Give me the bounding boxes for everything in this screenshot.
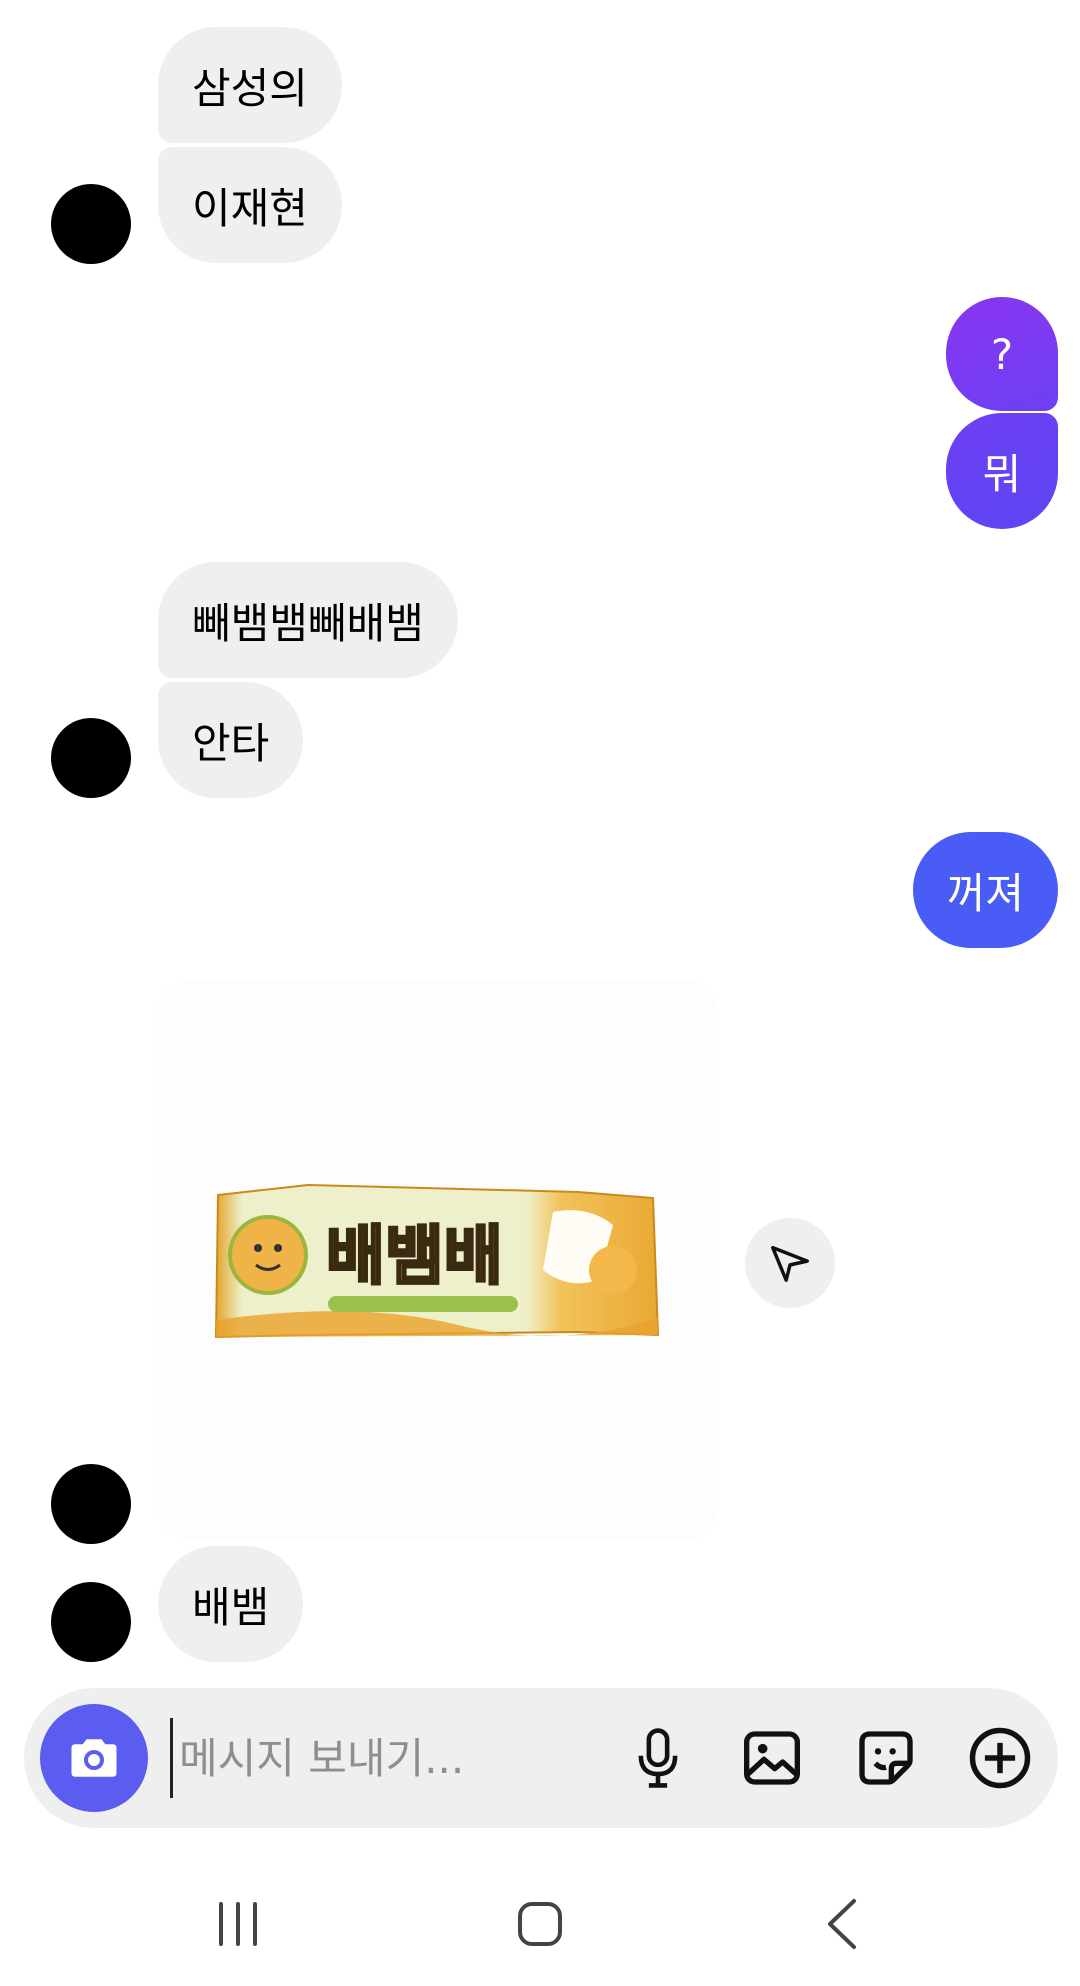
recent-apps-icon (219, 1902, 257, 1946)
message-text: 빼뱀뱀빼배뱀 (192, 598, 424, 648)
message-text: 이재현 (192, 183, 308, 233)
recent-apps-button[interactable] (193, 1884, 283, 1964)
message-text: 삼성의 (192, 63, 308, 113)
send-icon (771, 1245, 809, 1282)
home-button[interactable] (495, 1884, 585, 1964)
more-button[interactable] (958, 1716, 1042, 1800)
message-bubble-incoming[interactable]: 빼뱀뱀빼배뱀 (158, 562, 458, 678)
message-bubble-incoming[interactable]: 배뱀 (158, 1546, 304, 1662)
message-text: 배뱀 (192, 1582, 270, 1632)
share-button[interactable] (745, 1218, 835, 1308)
message-text: ? (990, 329, 1014, 379)
microphone-icon (638, 1728, 678, 1788)
camera-icon (71, 1739, 117, 1777)
back-icon (828, 1899, 856, 1949)
avatar[interactable] (51, 718, 131, 798)
microphone-button[interactable] (616, 1716, 700, 1800)
message-bubble-outgoing[interactable]: ? (946, 297, 1058, 411)
gallery-button[interactable] (730, 1716, 814, 1800)
camera-button[interactable] (40, 1704, 148, 1812)
system-navigation-bar (0, 1862, 1080, 1986)
plus-icon (969, 1727, 1031, 1789)
avatar[interactable] (51, 184, 131, 264)
message-bubble-outgoing[interactable]: 꺼져 (912, 832, 1058, 948)
ice-cream-wrapper-image: 배뱀배 (214, 1183, 660, 1339)
chat-screen: 삼성의 이재현 ? 뭐 빼뱀뱀빼배뱀 안타 꺼져 배뱀배 배뱀 메시지 보내기.… (0, 0, 1080, 1986)
home-icon (518, 1902, 562, 1946)
avatar[interactable] (51, 1464, 131, 1544)
avatar[interactable] (51, 1582, 131, 1662)
message-text: 안타 (192, 718, 270, 768)
photo-message[interactable]: 배뱀배 (158, 980, 718, 1540)
message-text: 꺼져 (946, 868, 1024, 918)
message-input[interactable] (170, 1718, 599, 1798)
wrapper-brand-text: 배뱀배 (326, 1220, 503, 1294)
message-bubble-incoming[interactable]: 안타 (158, 682, 304, 798)
message-bubble-incoming[interactable]: 삼성의 (158, 27, 342, 143)
message-text: 뭐 (982, 449, 1022, 499)
message-bubble-incoming[interactable]: 이재현 (158, 147, 342, 263)
gallery-icon (744, 1731, 800, 1785)
sticker-icon (859, 1731, 913, 1785)
message-bubble-outgoing[interactable]: 뭐 (946, 413, 1058, 529)
back-button[interactable] (797, 1884, 887, 1964)
sticker-button[interactable] (844, 1716, 928, 1800)
message-composer (24, 1688, 1058, 1828)
